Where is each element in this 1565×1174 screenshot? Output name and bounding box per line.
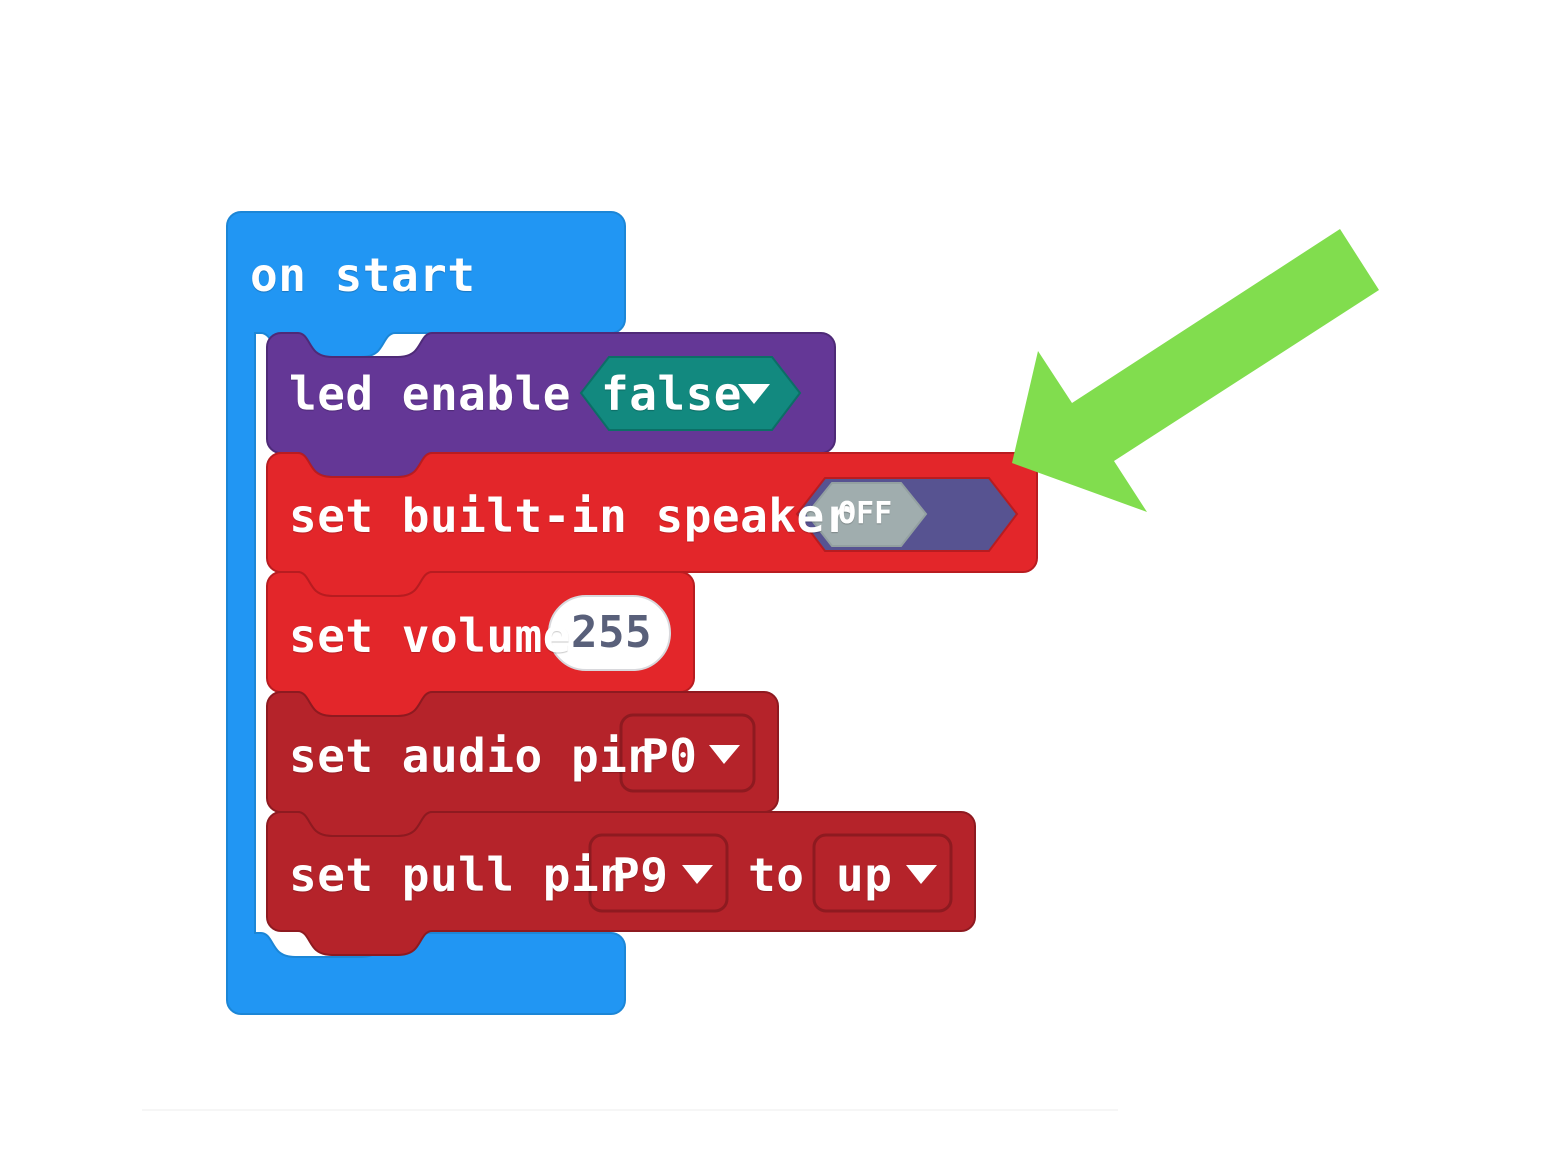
arrow-shape [1012, 229, 1379, 512]
audio-pin-dropdown-field[interactable] [619, 713, 756, 793]
pull-pin-dropdown-field[interactable] [588, 833, 729, 913]
footer-divider [142, 1109, 1118, 1111]
speaker-toggle-knob[interactable] [805, 482, 928, 547]
pull-mode-dropdown-field[interactable] [812, 833, 953, 913]
green-callout-arrow [1012, 229, 1379, 512]
volume-number-field[interactable] [548, 595, 671, 671]
blocks-workspace-canvas[interactable]: on start led enable false set built-in s… [0, 0, 1565, 1174]
blocks-canvas-svg [226, 211, 1379, 1015]
false-dropdown-field[interactable] [579, 356, 802, 431]
